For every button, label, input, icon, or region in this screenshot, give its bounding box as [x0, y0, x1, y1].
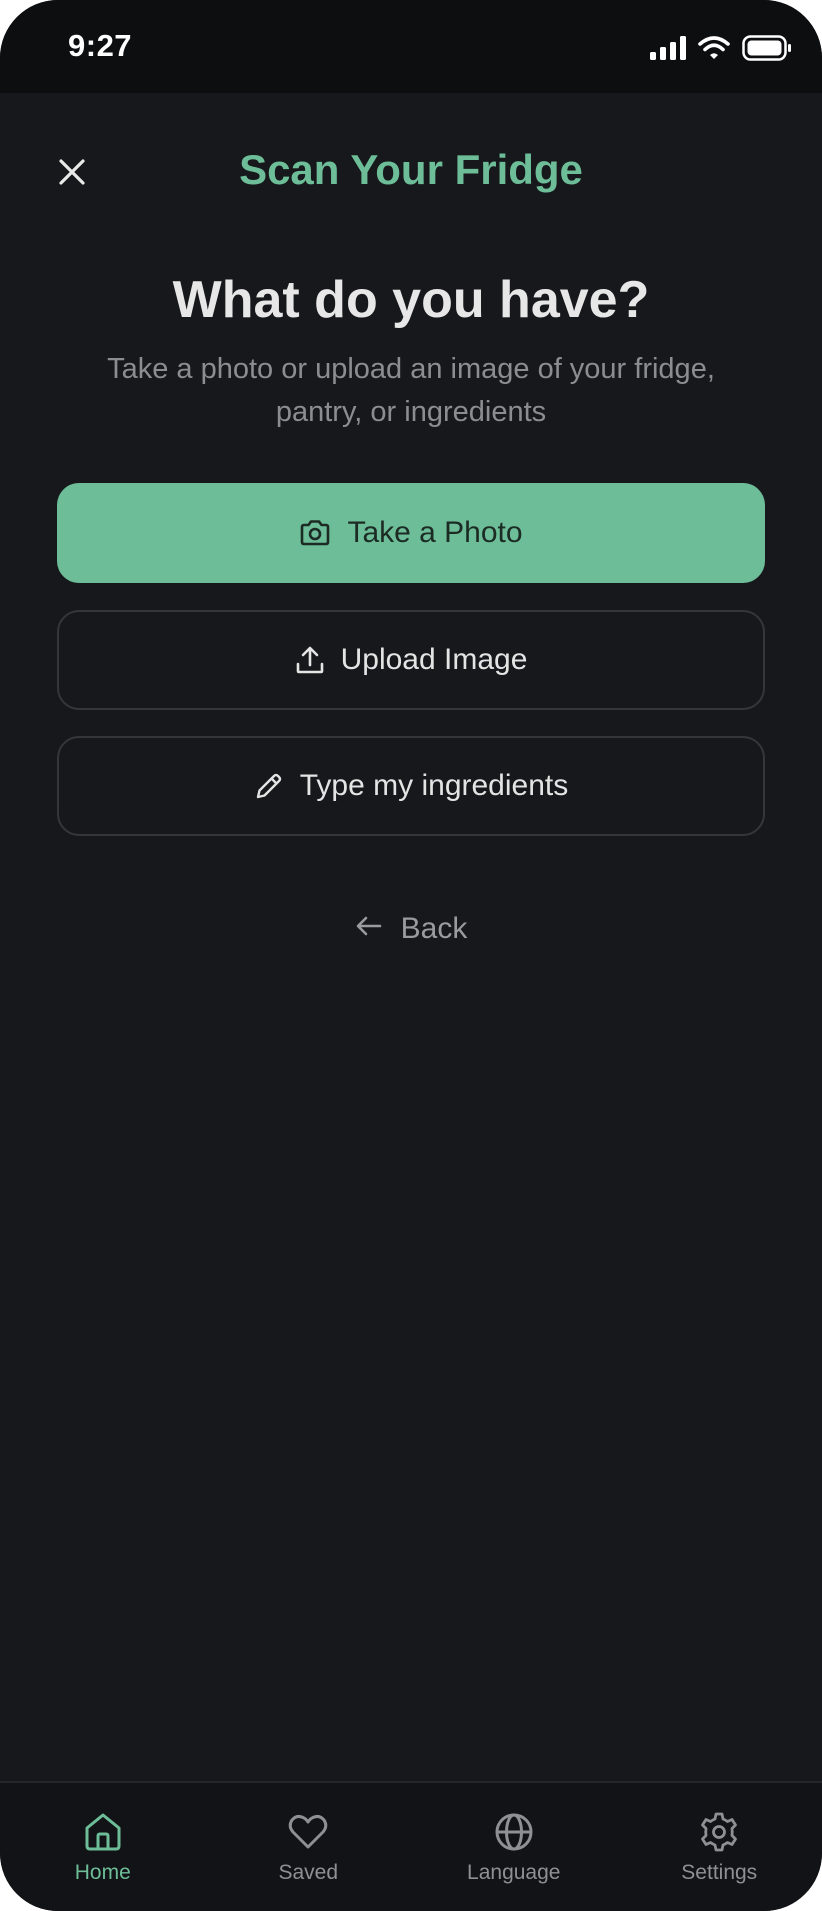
phone-screen: 9:27 Scan Your Fridge What do you have? …	[0, 0, 822, 1911]
hero-subtitle: Take a photo or upload an image of your …	[107, 353, 715, 428]
tab-language[interactable]: Language	[411, 1783, 617, 1911]
back-link[interactable]: Back	[0, 912, 822, 946]
upload-image-button[interactable]: Upload Image	[57, 610, 765, 710]
hero-title: What do you have?	[172, 271, 650, 329]
back-label: Back	[400, 912, 468, 945]
type-ingredients-button[interactable]: Type my ingredients	[57, 736, 765, 836]
tab-language-label: Language	[467, 1861, 561, 1884]
tab-home[interactable]: Home	[0, 1783, 206, 1911]
heart-icon	[287, 1811, 329, 1853]
tab-saved[interactable]: Saved	[206, 1783, 412, 1911]
upload-icon	[295, 645, 325, 675]
tab-saved-label: Saved	[278, 1861, 339, 1884]
camera-icon	[299, 519, 331, 547]
gear-icon	[698, 1811, 740, 1853]
wifi-icon	[698, 36, 730, 60]
tab-settings-label: Settings	[681, 1861, 758, 1884]
upload-image-label: Upload Image	[340, 643, 528, 676]
battery-icon	[742, 35, 792, 61]
take-photo-label: Take a Photo	[347, 516, 523, 549]
status-icons	[650, 32, 792, 64]
globe-icon	[493, 1811, 535, 1853]
signal-icon	[650, 36, 686, 60]
home-icon	[82, 1811, 124, 1853]
tab-home-label: Home	[74, 1861, 131, 1884]
page-title: Scan Your Fridge	[239, 146, 583, 193]
arrow-left-icon	[355, 912, 383, 946]
pencil-icon	[254, 771, 284, 801]
tab-bar: Home Saved Language Settings	[0, 1781, 822, 1911]
take-photo-button[interactable]: Take a Photo	[57, 483, 765, 583]
type-ingredients-label: Type my ingredients	[299, 769, 569, 802]
tab-settings[interactable]: Settings	[617, 1783, 822, 1911]
status-time: 9:27	[68, 28, 133, 63]
status-bar: 9:27	[0, 0, 822, 93]
